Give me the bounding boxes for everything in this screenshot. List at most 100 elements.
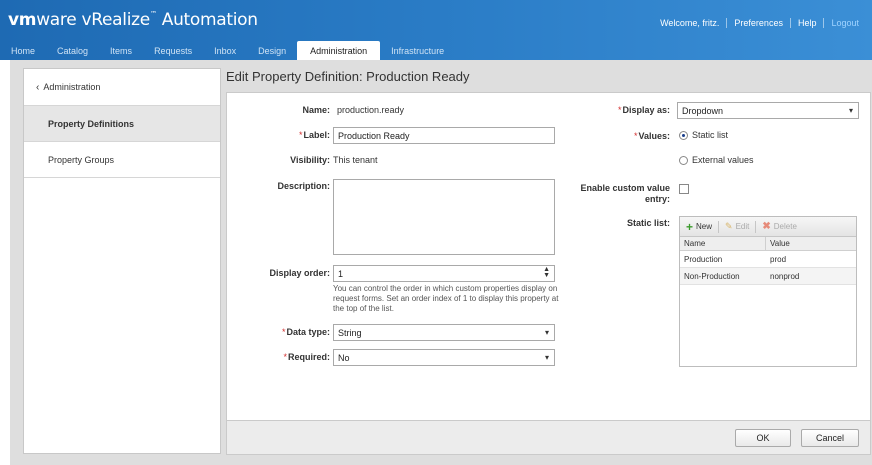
- display-as-label: *Display as:: [618, 105, 670, 115]
- tab-home[interactable]: Home: [0, 41, 46, 60]
- content-frame: ‹ Administration Property Definitions Pr…: [10, 60, 872, 465]
- column-header-name[interactable]: Name: [680, 237, 766, 250]
- toolbar-divider: [755, 220, 757, 233]
- user-links: Welcome, fritz. Preferences Help Logout: [653, 18, 866, 28]
- display-as-select[interactable]: Dropdown ▾: [677, 102, 859, 119]
- chevron-down-icon: ▾: [848, 106, 853, 115]
- welcome-text: Welcome, fritz.: [660, 18, 720, 28]
- logo-suffix: Automation: [156, 10, 258, 30]
- column-header-value[interactable]: Value: [766, 237, 790, 250]
- new-button[interactable]: + New: [686, 219, 712, 234]
- required-label: *Required:: [283, 352, 330, 362]
- chevron-down-icon: ▾: [544, 353, 549, 362]
- trademark-mark: ™: [149, 10, 157, 18]
- required-marker: *: [298, 130, 303, 140]
- delete-button[interactable]: ✖ Delete: [762, 221, 797, 232]
- radio-unselected-icon[interactable]: [679, 155, 688, 165]
- radio-external-values-label: External values: [692, 155, 754, 165]
- name-value: production.ready: [337, 105, 405, 115]
- logo-ware: ware: [36, 10, 77, 30]
- radio-static-list-label: Static list: [692, 130, 729, 140]
- main-tabs: Home Catalog Items Requests Inbox Design…: [0, 41, 455, 60]
- delete-button-label: Delete: [773, 222, 797, 231]
- cell-value: nonprod: [770, 271, 800, 281]
- vmware-logo: vmware vRealize™ Automation: [8, 10, 258, 30]
- cancel-button[interactable]: Cancel: [801, 429, 859, 447]
- sidebar-back-administration[interactable]: ‹ Administration: [24, 69, 220, 106]
- display-as-label-text: Display as:: [622, 105, 670, 115]
- display-order-label: Display order:: [269, 268, 330, 278]
- table-row[interactable]: Production prod: [680, 251, 856, 268]
- toolbar-divider: [718, 220, 720, 233]
- label-input[interactable]: Production Ready: [333, 127, 555, 144]
- edit-button[interactable]: ✎ Edit: [725, 221, 749, 232]
- display-order-value: 1: [338, 268, 344, 279]
- data-type-label-text: Data type:: [286, 327, 330, 337]
- logo-vm: vm: [8, 10, 37, 30]
- required-marker: *: [633, 131, 638, 141]
- tab-design[interactable]: Design: [247, 41, 297, 60]
- visibility-value: This tenant: [333, 155, 378, 165]
- required-label-text: Required:: [287, 352, 330, 362]
- static-list-grid: + New ✎ Edit ✖ Delete Name Value Product…: [679, 216, 857, 367]
- display-order-stepper[interactable]: 1 ▲ ▼: [333, 265, 555, 282]
- logo-product: vRealize: [76, 10, 151, 30]
- grid-body: Production prod Non-Production nonprod: [680, 251, 856, 285]
- description-label: Description:: [277, 181, 330, 191]
- description-textarea[interactable]: [333, 179, 555, 255]
- cell-value: prod: [770, 254, 787, 264]
- tab-requests[interactable]: Requests: [143, 41, 203, 60]
- table-row[interactable]: Non-Production nonprod: [680, 268, 856, 285]
- radio-static-list[interactable]: Static list: [679, 130, 728, 140]
- tab-items[interactable]: Items: [99, 41, 143, 60]
- sidebar-item-property-groups[interactable]: Property Groups: [24, 142, 220, 178]
- custom-value-label-line1: Enable custom value: [580, 183, 670, 193]
- values-label: *Values:: [634, 131, 670, 141]
- custom-value-label-line2: entry:: [644, 194, 670, 204]
- sidebar-item-property-definitions[interactable]: Property Definitions: [24, 106, 220, 142]
- label-label-text: Label:: [303, 130, 330, 140]
- name-label: Name:: [302, 105, 330, 115]
- chevron-left-icon: ‹: [36, 81, 40, 93]
- tab-infrastructure[interactable]: Infrastructure: [380, 41, 455, 60]
- stepper-arrows-icon[interactable]: ▲ ▼: [543, 266, 550, 279]
- sidebar: ‹ Administration Property Definitions Pr…: [23, 68, 221, 454]
- grid-toolbar: + New ✎ Edit ✖ Delete: [680, 217, 856, 237]
- required-marker: *: [281, 327, 286, 337]
- required-value: No: [338, 352, 350, 363]
- radio-selected-icon[interactable]: [679, 130, 688, 140]
- form-footer: OK Cancel: [226, 421, 871, 455]
- grid-header: Name Value: [680, 237, 856, 251]
- enable-custom-value-checkbox[interactable]: [679, 184, 689, 194]
- display-order-help: You can control the order in which custo…: [333, 284, 559, 313]
- custom-value-label: Enable custom value entry:: [580, 183, 670, 205]
- data-type-label: *Data type:: [282, 327, 330, 337]
- tab-catalog[interactable]: Catalog: [46, 41, 99, 60]
- tab-inbox[interactable]: Inbox: [203, 41, 247, 60]
- form-panel: Name: production.ready *Label: Productio…: [226, 92, 871, 421]
- ok-button[interactable]: OK: [735, 429, 791, 447]
- cell-name: Non-Production: [684, 271, 740, 281]
- data-type-select[interactable]: String ▾: [333, 324, 555, 341]
- preferences-link[interactable]: Preferences: [726, 18, 790, 28]
- values-label-text: Values:: [638, 131, 670, 141]
- pencil-icon: ✎: [725, 221, 733, 231]
- help-link[interactable]: Help: [789, 18, 824, 28]
- sidebar-back-label: Administration: [43, 82, 101, 92]
- visibility-label: Visibility:: [290, 155, 330, 165]
- required-select[interactable]: No ▾: [333, 349, 555, 366]
- required-marker: *: [617, 105, 622, 115]
- cell-name: Production: [684, 254, 723, 264]
- required-marker: *: [283, 352, 287, 362]
- data-type-value: String: [338, 327, 362, 338]
- delete-x-icon: ✖: [762, 221, 771, 232]
- label-label: *Label:: [299, 130, 330, 140]
- page-title: Edit Property Definition: Production Rea…: [226, 69, 470, 84]
- logout-link[interactable]: Logout: [823, 18, 866, 28]
- display-as-value: Dropdown: [682, 105, 724, 116]
- radio-external-values[interactable]: External values: [679, 155, 754, 165]
- chevron-down-icon: ▾: [544, 328, 549, 337]
- top-header: vmware vRealize™ Automation Welcome, fri…: [0, 0, 872, 60]
- plus-icon: +: [686, 219, 694, 234]
- tab-administration[interactable]: Administration: [297, 41, 381, 60]
